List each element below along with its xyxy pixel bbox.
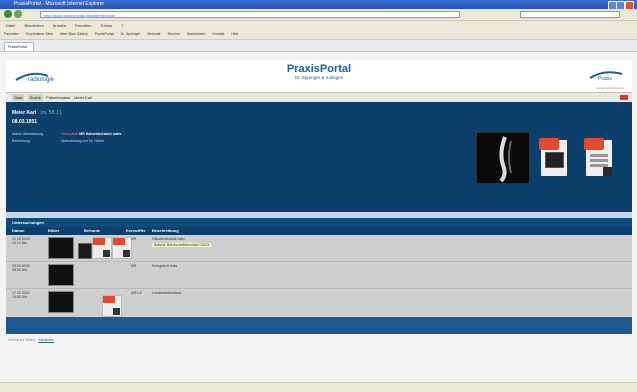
menu-item-bearbeiten[interactable]: Bearbeiten: [24, 23, 43, 28]
header-subline: Gemeinschaftspraxis: [595, 86, 624, 90]
address-bar[interactable]: http://www.praxisportal.de/patientenakte: [40, 11, 460, 18]
browser-tab[interactable]: PraxisPortal: [4, 42, 34, 51]
study-thumbnail-small[interactable]: [78, 243, 92, 259]
report-pdf-icon[interactable]: [102, 295, 122, 317]
window-titlebar: PraxisPortal - Microsoft Internet Explor…: [0, 0, 637, 10]
breadcrumb-current: Patientenakte - Meier Karl: [46, 95, 93, 100]
studies-table-body: 12.05.2009 10:14 Uhr MR Halswirbelsäule …: [6, 235, 632, 317]
study-date: 03.04.2009 08:30 Uhr: [12, 264, 30, 272]
col-date[interactable]: Datum: [12, 227, 24, 235]
page-subtitle: Dr. Sprenger & Kollegen: [294, 75, 344, 80]
favorite-item[interactable]: Web Slice Gallery: [60, 32, 88, 36]
menu-item-help[interactable]: ?: [121, 23, 123, 28]
breadcrumb-start[interactable]: Start: [12, 94, 25, 101]
favorite-item[interactable]: PraxisPortal: [95, 32, 114, 36]
studies-section-title: Untersuchungen: [6, 218, 632, 227]
study-date: 12.05.2009 10:14 Uhr: [12, 237, 30, 245]
report-pdf-icon[interactable]: [112, 237, 132, 259]
xray-preview-image[interactable]: [476, 132, 530, 184]
study-code: MR: [131, 264, 137, 268]
favorite-item[interactable]: Empfohlene Sites: [26, 32, 53, 36]
study-thumbnail[interactable]: [48, 264, 74, 286]
menu-item-datei[interactable]: Datei: [6, 23, 15, 28]
patient-referral-row: Aktive Überweisung Orthopädie MR Halswir…: [12, 132, 122, 136]
page-title: PraxisPortal: [286, 63, 352, 75]
browser-chrome: PraxisPortal - Microsoft Internet Explor…: [0, 0, 637, 52]
forward-icon[interactable]: [14, 10, 22, 18]
favorites-bar: Favoriten Empfohlene Sites Web Slice Gal…: [0, 30, 637, 40]
favorite-item[interactable]: Dr. Sprenger: [121, 32, 141, 36]
practice-logo[interactable]: Praxis: [588, 68, 624, 82]
site-header: radiologie PraxisPortal Dr. Sprenger & K…: [6, 60, 632, 92]
menu-item-favoriten[interactable]: Favoriten: [75, 23, 92, 28]
study-description: Kniegelenk links: [152, 264, 178, 268]
col-images[interactable]: Bilder: [48, 227, 59, 235]
print-icon[interactable]: [620, 95, 628, 100]
patient-name-extra: (m, 58 J.): [40, 110, 62, 116]
table-footer-bar: [6, 317, 632, 334]
logo-left-text: radiologie: [28, 77, 55, 83]
study-thumbnail[interactable]: [48, 237, 74, 259]
favorite-item[interactable]: Befunde: [147, 32, 160, 36]
table-row[interactable]: 03.04.2009 08:30 Uhr MR Kniegelenk links: [6, 262, 632, 289]
page-content: radiologie PraxisPortal Dr. Sprenger & K…: [6, 60, 632, 334]
browser-search-input[interactable]: [520, 11, 620, 18]
patient-panel: Meier Karl (m, 58 J.) 08.03.1951 Aktive Ü…: [6, 102, 632, 212]
image-report-pdf-icon[interactable]: [539, 138, 569, 178]
favorite-item[interactable]: Nachrichten: [187, 32, 206, 36]
study-date: 17.02.2009 14:05 Uhr: [12, 291, 30, 299]
brand: PraxisPortal Dr. Sprenger & Kollegen: [254, 63, 384, 80]
favorite-item[interactable]: Termine: [167, 32, 179, 36]
patient-dob: 08.03.1951: [12, 119, 38, 125]
study-description: Halswirbelsäule nativ: [152, 237, 185, 241]
address-row: http://www.praxisportal.de/patientenakte: [0, 9, 637, 21]
back-icon[interactable]: [4, 10, 12, 18]
menu-bar: Datei Bearbeiten Ansicht Favoriten Extra…: [0, 21, 637, 30]
table-row[interactable]: 17.02.2009 14:05 Uhr MR LS Lendenwirbels…: [6, 289, 632, 317]
tab-row: PraxisPortal: [0, 40, 637, 52]
col-reports[interactable]: Befunde: [84, 227, 100, 235]
patient-remark-row: Bemerkung Überweisung von Dr. Huber: [12, 139, 104, 143]
favorite-item[interactable]: Favoriten: [4, 32, 19, 36]
logout-link[interactable]: Abmelden: [38, 338, 54, 342]
patient-name: Meier Karl (m, 58 J.): [12, 110, 62, 116]
studies-table-header: Datum Bilder Befunde Kennziffer Beschrei…: [6, 227, 632, 235]
study-code: MR LS: [131, 291, 142, 295]
radiology-logo[interactable]: radiologie: [14, 68, 78, 84]
breadcrumb-search[interactable]: Suche: [27, 94, 43, 101]
study-thumbnail[interactable]: [48, 291, 74, 313]
col-code[interactable]: Kennziffer: [126, 227, 146, 235]
image-pdf-icon[interactable]: [92, 237, 112, 259]
page-footer: Zurück zur Suche · Abmelden: [8, 338, 55, 342]
favorite-item[interactable]: Kontakt: [213, 32, 225, 36]
study-finding: Befund: Bandscheibenvorfall C5/C6: [152, 243, 212, 247]
study-code: MR: [131, 237, 137, 241]
study-description: Lendenwirbelsäule: [152, 291, 182, 295]
window-title: PraxisPortal - Microsoft Internet Explor…: [14, 1, 105, 7]
table-row[interactable]: 12.05.2009 10:14 Uhr MR Halswirbelsäule …: [6, 235, 632, 262]
favorite-item[interactable]: Hilfe: [231, 32, 238, 36]
report-pdf-icon[interactable]: [584, 138, 614, 178]
menu-item-extras[interactable]: Extras: [101, 23, 112, 28]
menu-item-ansicht[interactable]: Ansicht: [53, 23, 66, 28]
logo-right-text: Praxis: [598, 76, 612, 82]
col-description[interactable]: Beschreibung: [152, 227, 179, 235]
